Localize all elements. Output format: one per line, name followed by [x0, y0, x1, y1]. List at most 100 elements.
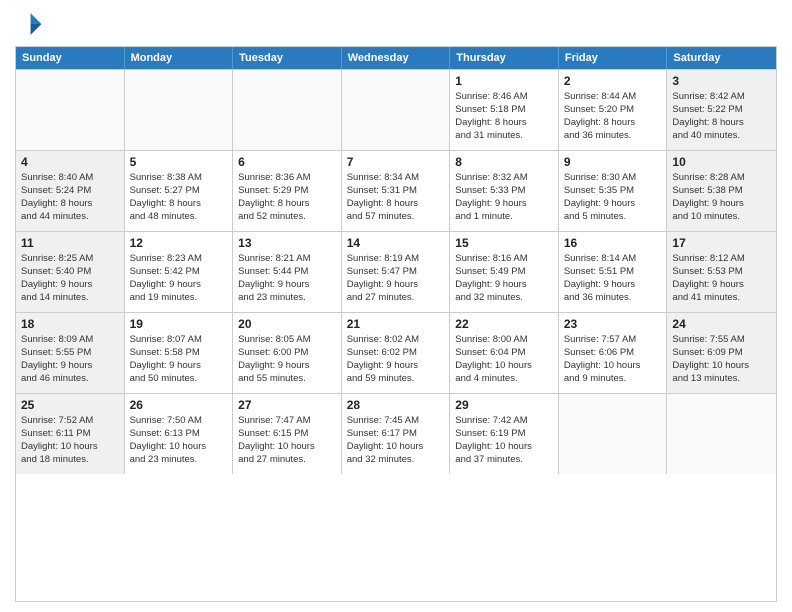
calendar-cell-4-1: 26 Sunrise: 7:50 AMSunset: 6:13 PMDayligh…: [125, 394, 234, 474]
calendar-cell-1-2: 6 Sunrise: 8:36 AMSunset: 5:29 PMDaylight…: [233, 151, 342, 231]
calendar-cell-0-6: 3 Sunrise: 8:42 AMSunset: 5:22 PMDaylight…: [667, 70, 776, 150]
cell-info: Sunrise: 7:52 AMSunset: 6:11 PMDaylight:…: [21, 415, 119, 466]
calendar-cell-1-4: 8Sunrise: 8:32 AMSunset: 5:33 PMDaylight…: [450, 151, 559, 231]
calendar-cell-0-0: [16, 70, 125, 150]
day-number: 7: [347, 154, 445, 170]
cell-info: Sunrise: 8:38 AMSunset: 5:27 PMDaylight:…: [130, 172, 228, 223]
calendar-cell-1-3: 7 Sunrise: 8:34 AMSunset: 5:31 PMDaylight…: [342, 151, 451, 231]
cell-info: Sunrise: 8:46 AMSunset: 5:18 PMDaylight:…: [455, 91, 553, 142]
cell-info: Sunrise: 8:32 AMSunset: 5:33 PMDaylight:…: [455, 172, 553, 223]
calendar-cell-1-5: 9 Sunrise: 8:30 AMSunset: 5:35 PMDaylight…: [559, 151, 668, 231]
calendar-cell-3-1: 19 Sunrise: 8:07 AMSunset: 5:58 PMDayligh…: [125, 313, 234, 393]
day-number: 2: [564, 73, 662, 89]
header-cell-sunday: Sunday: [16, 47, 125, 69]
day-number: 21: [347, 316, 445, 332]
day-number: 20: [238, 316, 336, 332]
calendar-row-4: 25 Sunrise: 7:52 AMSunset: 6:11 PMDayligh…: [16, 393, 776, 474]
cell-info: Sunrise: 7:57 AMSunset: 6:06 PMDaylight:…: [564, 334, 662, 385]
cell-info: Sunrise: 8:28 AMSunset: 5:38 PMDaylight:…: [672, 172, 771, 223]
calendar-cell-2-6: 17Sunrise: 8:12 AMSunset: 5:53 PMDayligh…: [667, 232, 776, 312]
logo: [15, 10, 47, 38]
day-number: 19: [130, 316, 228, 332]
day-number: 1: [455, 73, 553, 89]
calendar: SundayMondayTuesdayWednesdayThursdayFrid…: [15, 46, 777, 602]
cell-info: Sunrise: 8:40 AMSunset: 5:24 PMDaylight:…: [21, 172, 119, 223]
cell-info: Sunrise: 8:07 AMSunset: 5:58 PMDaylight:…: [130, 334, 228, 385]
cell-info: Sunrise: 8:02 AMSunset: 6:02 PMDaylight:…: [347, 334, 445, 385]
cell-info: Sunrise: 8:05 AMSunset: 6:00 PMDaylight:…: [238, 334, 336, 385]
day-number: 27: [238, 397, 336, 413]
calendar-cell-2-1: 12 Sunrise: 8:23 AMSunset: 5:42 PMDayligh…: [125, 232, 234, 312]
calendar-row-1: 4 Sunrise: 8:40 AMSunset: 5:24 PMDaylight…: [16, 150, 776, 231]
day-number: 29: [455, 397, 553, 413]
day-number: 16: [564, 235, 662, 251]
calendar-cell-2-5: 16Sunrise: 8:14 AMSunset: 5:51 PMDayligh…: [559, 232, 668, 312]
cell-info: Sunrise: 8:21 AMSunset: 5:44 PMDaylight:…: [238, 253, 336, 304]
cell-info: Sunrise: 8:30 AMSunset: 5:35 PMDaylight:…: [564, 172, 662, 223]
cell-info: Sunrise: 8:23 AMSunset: 5:42 PMDaylight:…: [130, 253, 228, 304]
header-cell-saturday: Saturday: [667, 47, 776, 69]
calendar-cell-3-2: 20 Sunrise: 8:05 AMSunset: 6:00 PMDayligh…: [233, 313, 342, 393]
cell-info: Sunrise: 8:25 AMSunset: 5:40 PMDaylight:…: [21, 253, 119, 304]
calendar-cell-3-0: 18 Sunrise: 8:09 AMSunset: 5:55 PMDayligh…: [16, 313, 125, 393]
header-cell-tuesday: Tuesday: [233, 47, 342, 69]
cell-info: Sunrise: 8:12 AMSunset: 5:53 PMDaylight:…: [672, 253, 771, 304]
cell-info: Sunrise: 8:19 AMSunset: 5:47 PMDaylight:…: [347, 253, 445, 304]
cell-info: Sunrise: 8:00 AMSunset: 6:04 PMDaylight:…: [455, 334, 553, 385]
header-cell-thursday: Thursday: [450, 47, 559, 69]
calendar-cell-4-2: 27 Sunrise: 7:47 AMSunset: 6:15 PMDayligh…: [233, 394, 342, 474]
day-number: 3: [672, 73, 771, 89]
cell-info: Sunrise: 8:36 AMSunset: 5:29 PMDaylight:…: [238, 172, 336, 223]
calendar-cell-3-4: 22 Sunrise: 8:00 AMSunset: 6:04 PMDayligh…: [450, 313, 559, 393]
day-number: 14: [347, 235, 445, 251]
cell-info: Sunrise: 7:45 AMSunset: 6:17 PMDaylight:…: [347, 415, 445, 466]
day-number: 4: [21, 154, 119, 170]
calendar-cell-1-6: 10 Sunrise: 8:28 AMSunset: 5:38 PMDayligh…: [667, 151, 776, 231]
calendar-row-2: 11Sunrise: 8:25 AMSunset: 5:40 PMDayligh…: [16, 231, 776, 312]
cell-info: Sunrise: 8:42 AMSunset: 5:22 PMDaylight:…: [672, 91, 771, 142]
day-number: 9: [564, 154, 662, 170]
calendar-cell-0-5: 2 Sunrise: 8:44 AMSunset: 5:20 PMDaylight…: [559, 70, 668, 150]
calendar-cell-4-4: 29 Sunrise: 7:42 AMSunset: 6:19 PMDayligh…: [450, 394, 559, 474]
page: SundayMondayTuesdayWednesdayThursdayFrid…: [0, 0, 792, 612]
day-number: 10: [672, 154, 771, 170]
calendar-cell-1-0: 4 Sunrise: 8:40 AMSunset: 5:24 PMDaylight…: [16, 151, 125, 231]
day-number: 15: [455, 235, 553, 251]
calendar-row-3: 18 Sunrise: 8:09 AMSunset: 5:55 PMDayligh…: [16, 312, 776, 393]
day-number: 26: [130, 397, 228, 413]
day-number: 24: [672, 316, 771, 332]
calendar-cell-2-0: 11Sunrise: 8:25 AMSunset: 5:40 PMDayligh…: [16, 232, 125, 312]
cell-info: Sunrise: 7:47 AMSunset: 6:15 PMDaylight:…: [238, 415, 336, 466]
day-number: 6: [238, 154, 336, 170]
header: [15, 10, 777, 38]
day-number: 25: [21, 397, 119, 413]
day-number: 12: [130, 235, 228, 251]
day-number: 18: [21, 316, 119, 332]
calendar-cell-2-4: 15 Sunrise: 8:16 AMSunset: 5:49 PMDayligh…: [450, 232, 559, 312]
cell-info: Sunrise: 8:16 AMSunset: 5:49 PMDaylight:…: [455, 253, 553, 304]
day-number: 13: [238, 235, 336, 251]
day-number: 5: [130, 154, 228, 170]
calendar-cell-4-0: 25 Sunrise: 7:52 AMSunset: 6:11 PMDayligh…: [16, 394, 125, 474]
calendar-row-0: 1 Sunrise: 8:46 AMSunset: 5:18 PMDaylight…: [16, 69, 776, 150]
calendar-header: SundayMondayTuesdayWednesdayThursdayFrid…: [16, 47, 776, 69]
calendar-cell-3-3: 21 Sunrise: 8:02 AMSunset: 6:02 PMDayligh…: [342, 313, 451, 393]
calendar-cell-0-3: [342, 70, 451, 150]
cell-info: Sunrise: 7:42 AMSunset: 6:19 PMDaylight:…: [455, 415, 553, 466]
header-cell-friday: Friday: [559, 47, 668, 69]
calendar-cell-1-1: 5 Sunrise: 8:38 AMSunset: 5:27 PMDaylight…: [125, 151, 234, 231]
calendar-cell-2-2: 13 Sunrise: 8:21 AMSunset: 5:44 PMDayligh…: [233, 232, 342, 312]
header-cell-wednesday: Wednesday: [342, 47, 451, 69]
calendar-cell-4-6: [667, 394, 776, 474]
cell-info: Sunrise: 8:09 AMSunset: 5:55 PMDaylight:…: [21, 334, 119, 385]
calendar-cell-3-5: 23Sunrise: 7:57 AMSunset: 6:06 PMDayligh…: [559, 313, 668, 393]
day-number: 28: [347, 397, 445, 413]
cell-info: Sunrise: 7:55 AMSunset: 6:09 PMDaylight:…: [672, 334, 771, 385]
cell-info: Sunrise: 8:44 AMSunset: 5:20 PMDaylight:…: [564, 91, 662, 142]
cell-info: Sunrise: 7:50 AMSunset: 6:13 PMDaylight:…: [130, 415, 228, 466]
calendar-cell-4-5: [559, 394, 668, 474]
calendar-cell-0-2: [233, 70, 342, 150]
cell-info: Sunrise: 8:34 AMSunset: 5:31 PMDaylight:…: [347, 172, 445, 223]
calendar-cell-0-1: [125, 70, 234, 150]
day-number: 22: [455, 316, 553, 332]
